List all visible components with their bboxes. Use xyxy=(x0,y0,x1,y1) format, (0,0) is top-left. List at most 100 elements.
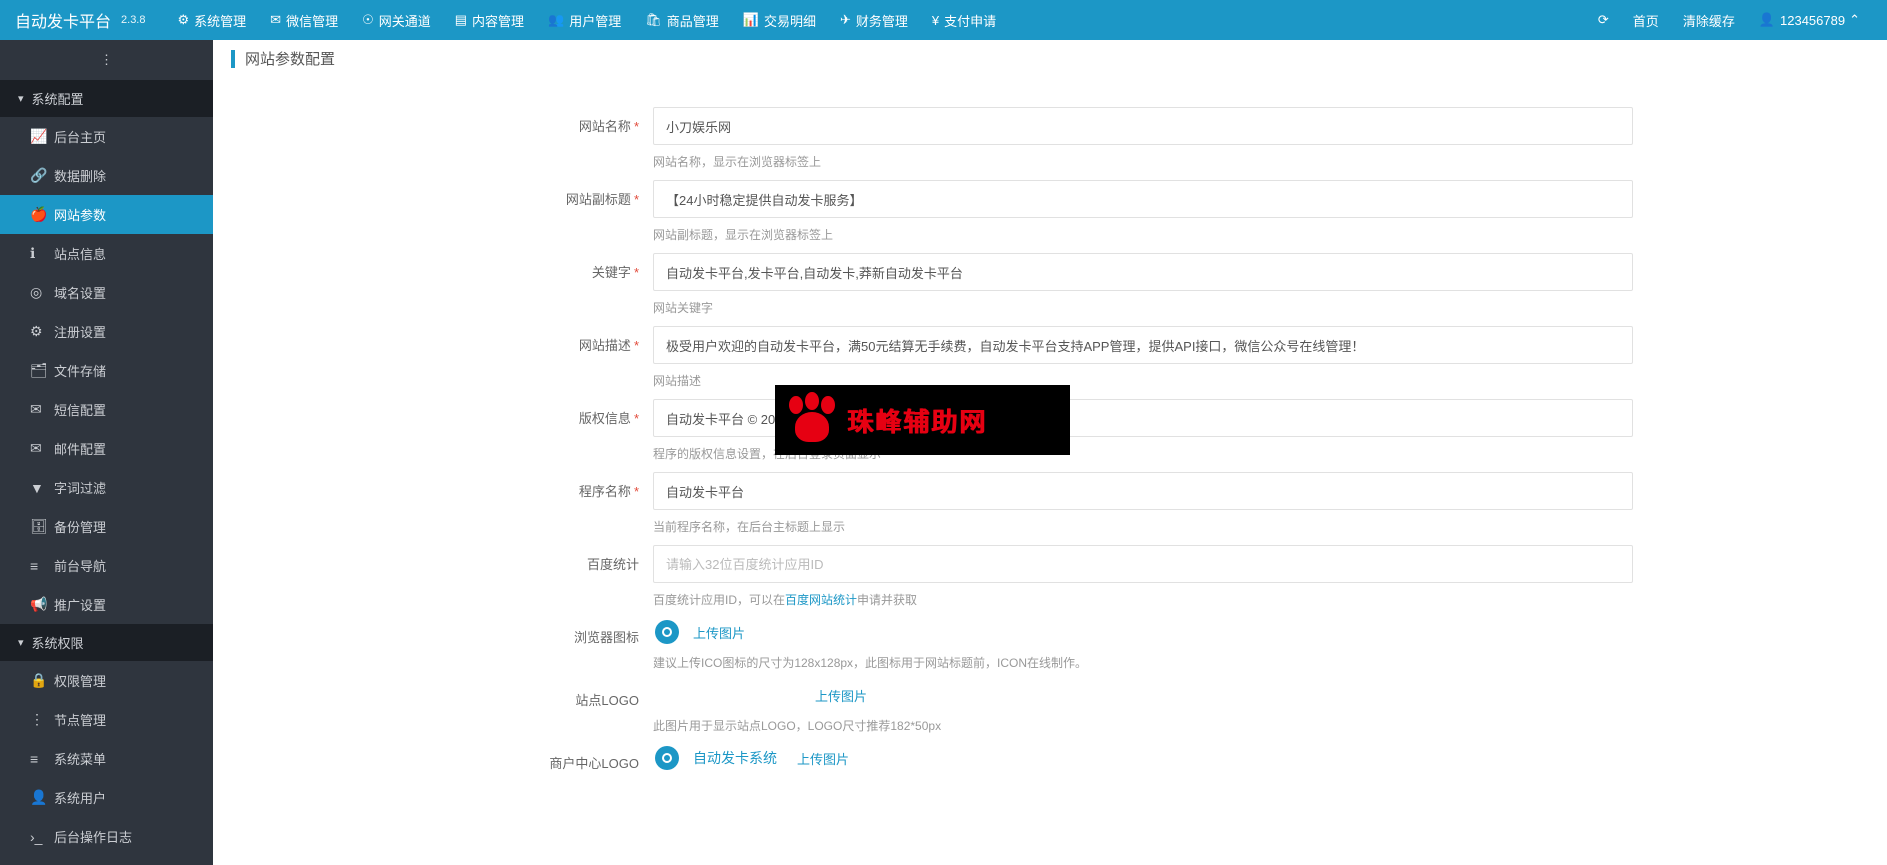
sidebar-item-sms[interactable]: ✉短信配置 xyxy=(0,390,213,429)
nav-content[interactable]: ▤内容管理 xyxy=(443,0,536,40)
sidebar-item-permissions[interactable]: 🔒权限管理 xyxy=(0,661,213,700)
help-keywords: 网站关键字 xyxy=(653,299,1633,316)
nav-label: 商品管理 xyxy=(667,11,719,30)
upload-favicon-link[interactable]: 上传图片 xyxy=(693,623,745,642)
input-program[interactable] xyxy=(653,472,1633,510)
row-seller-logo: 商户中心LOGO 自动发卡系统 上传图片 xyxy=(453,744,1633,772)
sidebar-toggle[interactable]: ⋮ xyxy=(0,40,213,80)
sidebar: ⋮ ▾系统配置 📈后台主页 🔗数据删除 🍎网站参数 ℹ站点信息 ◎域名设置 ⚙注… xyxy=(0,40,213,865)
label-subtitle: 网站副标题* xyxy=(453,180,653,243)
input-keywords[interactable] xyxy=(653,253,1633,291)
group-label: 系统配置 xyxy=(32,89,84,108)
label-favicon: 浏览器图标 xyxy=(453,618,653,671)
list-icon: ≡ xyxy=(30,751,54,767)
gear-icon: ⚙ xyxy=(30,323,54,340)
link-icon: 🔗 xyxy=(30,167,54,184)
sidebar-item-sys-users[interactable]: 👤系统用户 xyxy=(0,778,213,817)
input-copyright[interactable] xyxy=(653,399,1633,437)
row-description: 网站描述* 网站描述 xyxy=(453,326,1633,389)
upload-logo-link[interactable]: 上传图片 xyxy=(815,686,867,705)
user-menu[interactable]: 👤 123456789 ⌃ xyxy=(1747,0,1872,40)
envelope-icon: ✉ xyxy=(30,440,54,457)
user-icon: 👤 xyxy=(30,789,54,806)
nav-system[interactable]: ⚙系统管理 xyxy=(165,0,258,40)
row-subtitle: 网站副标题* 网站副标题，显示在浏览器标签上 xyxy=(453,180,1633,243)
sidebar-item-storage[interactable]: 🗂文件存储 xyxy=(0,351,213,390)
nav-label: 交易明细 xyxy=(764,11,816,30)
input-site-name[interactable] xyxy=(653,107,1633,145)
content-icon: ▤ xyxy=(455,12,467,28)
plane-icon: ✈ xyxy=(840,12,851,28)
item-label: 站点信息 xyxy=(54,244,106,263)
upload-seller-logo-link[interactable]: 上传图片 xyxy=(797,749,849,768)
wechat-icon: ✉ xyxy=(270,12,281,28)
clear-cache-link[interactable]: 清除缓存 xyxy=(1671,0,1747,40)
gear-icon: ⚙ xyxy=(177,12,189,28)
users-icon: 👥 xyxy=(548,12,564,28)
list-icon: ≡ xyxy=(30,558,54,574)
envelope-icon: ✉ xyxy=(30,401,54,418)
page-title: 网站参数配置 xyxy=(245,48,335,69)
item-label: 短信配置 xyxy=(54,400,106,419)
sidebar-item-dashboard[interactable]: 📈后台主页 xyxy=(0,117,213,156)
label-seller-logo: 商户中心LOGO xyxy=(453,744,653,772)
baidu-stats-link[interactable]: 百度网站统计 xyxy=(785,593,857,607)
app-version: 2.3.8 xyxy=(121,14,145,26)
nav-wechat[interactable]: ✉微信管理 xyxy=(258,0,350,40)
help-program: 当前程序名称，在后台主标题上显示 xyxy=(653,518,1633,535)
seller-logo-icon-preview xyxy=(653,744,681,772)
sidebar-item-nav[interactable]: ≡前台导航 xyxy=(0,546,213,585)
refresh-icon: ⟳ xyxy=(1598,12,1609,28)
sidebar-item-nodes[interactable]: ⋮节点管理 xyxy=(0,700,213,739)
row-keywords: 关键字* 网站关键字 xyxy=(453,253,1633,316)
sidebar-item-site-params[interactable]: 🍎网站参数 xyxy=(0,195,213,234)
chart-icon: 📊 xyxy=(743,12,759,28)
nav-finance[interactable]: ✈财务管理 xyxy=(828,0,920,40)
row-logo: 站点LOGO 上传图片 此图片用于显示站点LOGO，LOGO尺寸推荐182*50… xyxy=(453,681,1633,734)
favicon-preview xyxy=(653,618,681,646)
label-description: 网站描述* xyxy=(453,326,653,389)
sidebar-group-permissions[interactable]: ▾ 系统权限 xyxy=(0,624,213,661)
caret-down-icon: ▾ xyxy=(18,636,24,649)
navbar-menu: ⚙系统管理 ✉微信管理 ☉网关通道 ▤内容管理 👥 用户管理 🛍商品管理 📊 交易明… xyxy=(165,0,1585,40)
sidebar-item-data-delete[interactable]: 🔗数据删除 xyxy=(0,156,213,195)
sidebar-group-system-config[interactable]: ▾系统配置 xyxy=(0,80,213,117)
item-label: 推广设置 xyxy=(54,595,106,614)
filter-icon: ▼ xyxy=(30,480,54,496)
item-label: 数据删除 xyxy=(54,166,106,185)
refresh-button[interactable]: ⟳ xyxy=(1586,0,1621,40)
clear-cache-label: 清除缓存 xyxy=(1683,11,1735,30)
input-subtitle[interactable] xyxy=(653,180,1633,218)
nav-transactions[interactable]: 📊 交易明细 xyxy=(731,0,828,40)
sidebar-item-site-info[interactable]: ℹ站点信息 xyxy=(0,234,213,273)
label-logo: 站点LOGO xyxy=(453,681,653,734)
home-link[interactable]: 首页 xyxy=(1621,0,1671,40)
item-label: 字词过滤 xyxy=(54,478,106,497)
nav-gateway[interactable]: ☉网关通道 xyxy=(350,0,443,40)
nav-payment[interactable]: ¥支付申请 xyxy=(920,0,1008,40)
sidebar-item-filter[interactable]: ▼字词过滤 xyxy=(0,468,213,507)
sidebar-item-register[interactable]: ⚙注册设置 xyxy=(0,312,213,351)
sidebar-item-backup[interactable]: 🗄备份管理 xyxy=(0,507,213,546)
nav-label: 用户管理 xyxy=(569,11,621,30)
sidebar-item-promotion[interactable]: 📢推广设置 xyxy=(0,585,213,624)
label-copyright: 版权信息* xyxy=(453,399,653,462)
top-navbar: 自动发卡平台 2.3.8 ⚙系统管理 ✉微信管理 ☉网关通道 ▤内容管理 👥 用户… xyxy=(0,0,1887,40)
input-description[interactable] xyxy=(653,326,1633,364)
sidebar-item-logs[interactable]: ›_后台操作日志 xyxy=(0,817,213,856)
input-baidu[interactable] xyxy=(653,545,1633,583)
app-brand: 自动发卡平台 xyxy=(15,8,111,32)
sidebar-item-menus[interactable]: ≡系统菜单 xyxy=(0,739,213,778)
item-label: 系统菜单 xyxy=(54,749,106,768)
help-subtitle: 网站副标题，显示在浏览器标签上 xyxy=(653,226,1633,243)
item-label: 域名设置 xyxy=(54,283,106,302)
browser-favicon-icon xyxy=(654,745,680,771)
nav-users[interactable]: 👥 用户管理 xyxy=(536,0,633,40)
group-label: 系统权限 xyxy=(32,633,84,652)
item-label: 后台主页 xyxy=(54,127,106,146)
page-title-bar: 网站参数配置 xyxy=(213,40,1887,77)
sidebar-item-email[interactable]: ✉邮件配置 xyxy=(0,429,213,468)
nav-products[interactable]: 🛍商品管理 xyxy=(633,0,731,40)
sidebar-item-domain[interactable]: ◎域名设置 xyxy=(0,273,213,312)
lock-icon: 🔒 xyxy=(30,672,54,689)
